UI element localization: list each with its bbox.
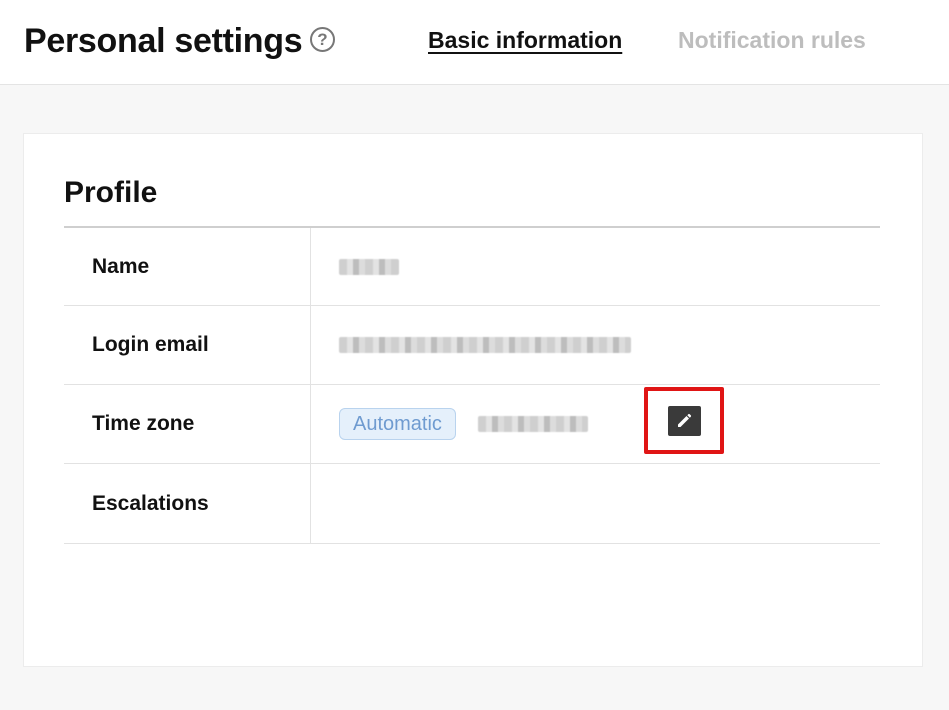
time-zone-value-redacted: [477, 416, 588, 432]
pencil-icon: [678, 413, 692, 427]
top-header: Personal settings ? Basic information No…: [0, 0, 949, 85]
profile-section-title: Profile: [64, 176, 158, 209]
profile-card: Profile Name Login email Time zone Autom…: [24, 134, 922, 666]
row-value: [311, 306, 880, 384]
profile-row-time-zone: Time zone Automatic: [64, 385, 880, 464]
row-label: Time zone: [64, 385, 311, 463]
row-value: [311, 464, 880, 543]
name-value-redacted: [339, 258, 399, 275]
profile-row-escalations: Escalations: [64, 464, 880, 544]
edit-highlight-box: [644, 387, 724, 454]
help-icon[interactable]: ?: [310, 27, 335, 52]
row-label: Escalations: [64, 464, 311, 543]
profile-row-name: Name: [64, 228, 880, 306]
row-label: Login email: [64, 306, 311, 384]
profile-row-login-email: Login email: [64, 306, 880, 385]
edit-time-zone-button[interactable]: [667, 405, 701, 436]
profile-table: Name Login email Time zone Automatic Esc…: [64, 226, 880, 544]
tab-basic-information[interactable]: Basic information: [428, 26, 622, 54]
row-label: Name: [64, 228, 311, 305]
automatic-badge: Automatic: [339, 408, 456, 440]
email-value-redacted: [339, 337, 631, 353]
row-value: Automatic: [311, 385, 880, 463]
row-value: [311, 228, 880, 305]
tab-notification-rules[interactable]: Notification rules: [678, 26, 866, 54]
page-title: Personal settings: [24, 22, 303, 60]
